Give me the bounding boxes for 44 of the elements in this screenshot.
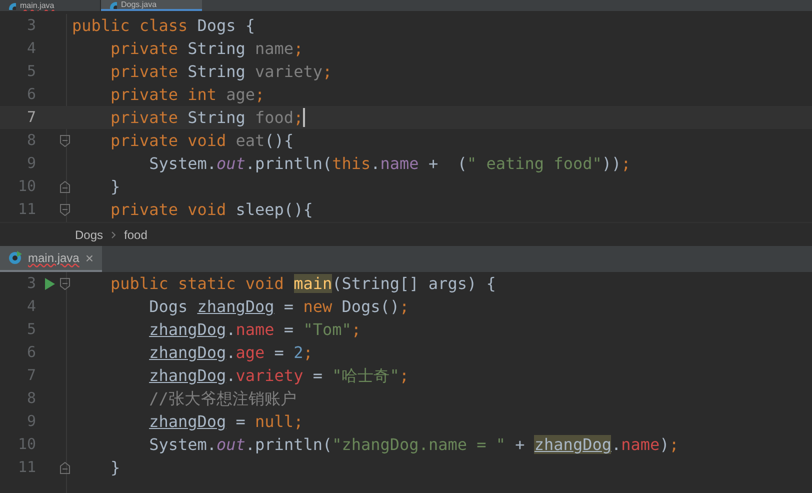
code-line: //张大爷想注销账户 bbox=[148, 388, 296, 410]
chevron-icon bbox=[111, 230, 116, 238]
line-number: 3 bbox=[26, 15, 37, 36]
code-line: zhangDog.name = "Tom"; bbox=[148, 319, 362, 341]
code-line: private void eat(){ bbox=[110, 130, 294, 152]
line-number: 8 bbox=[26, 130, 37, 152]
code-line: private String food; bbox=[110, 107, 304, 129]
code-line: } bbox=[110, 176, 120, 198]
code-line: public static void main(String[] args) { bbox=[110, 273, 496, 295]
line-number: 10 bbox=[16, 434, 37, 456]
line-number: 11 bbox=[16, 457, 37, 478]
code-line: private String name; bbox=[110, 38, 304, 60]
line-number: 3 bbox=[26, 273, 37, 294]
line-number: 8 bbox=[26, 388, 37, 410]
code-line: System.out.println(this.name + (" eating food")); bbox=[148, 153, 631, 175]
line-number: 4 bbox=[26, 296, 37, 318]
code-line: private String variety; bbox=[110, 61, 332, 83]
line-number: 7 bbox=[26, 365, 37, 386]
line-number: 5 bbox=[26, 319, 37, 340]
code-line: Dogs zhangDog = new Dogs(); bbox=[148, 296, 410, 318]
code-line: zhangDog.age = 2; bbox=[148, 342, 313, 364]
line-number: 9 bbox=[26, 411, 37, 432]
code-line: public class Dogs { bbox=[72, 15, 256, 37]
code-line: } bbox=[110, 457, 120, 479]
line-number: 7 bbox=[26, 107, 37, 128]
code-line: zhangDog.variety = "哈士奇"; bbox=[148, 365, 410, 387]
class-icon bbox=[109, 0, 117, 8]
line-number: 6 bbox=[26, 342, 37, 364]
class-icon bbox=[8, 251, 22, 265]
line-number: 4 bbox=[26, 38, 37, 60]
line-number: 6 bbox=[26, 84, 37, 106]
code-line: System.out.println("zhangDog.name = " + zhangDog.name); bbox=[148, 434, 679, 456]
breadcrumb-item[interactable]: Dogs bbox=[75, 226, 104, 244]
code-line: private int age; bbox=[110, 84, 265, 106]
close-icon[interactable]: × bbox=[85, 251, 94, 265]
code-line: private void sleep(){ bbox=[110, 199, 313, 221]
breadcrumb-item[interactable]: food bbox=[124, 226, 148, 244]
file-tab[interactable]: main.java × bbox=[0, 246, 102, 272]
code-line: zhangDog = null; bbox=[148, 411, 304, 433]
line-number: 5 bbox=[26, 61, 37, 82]
line-number: 10 bbox=[16, 176, 37, 198]
line-number: 9 bbox=[26, 153, 37, 174]
file-tab[interactable]: Dogs.java bbox=[101, 0, 202, 11]
line-number: 11 bbox=[16, 199, 37, 220]
